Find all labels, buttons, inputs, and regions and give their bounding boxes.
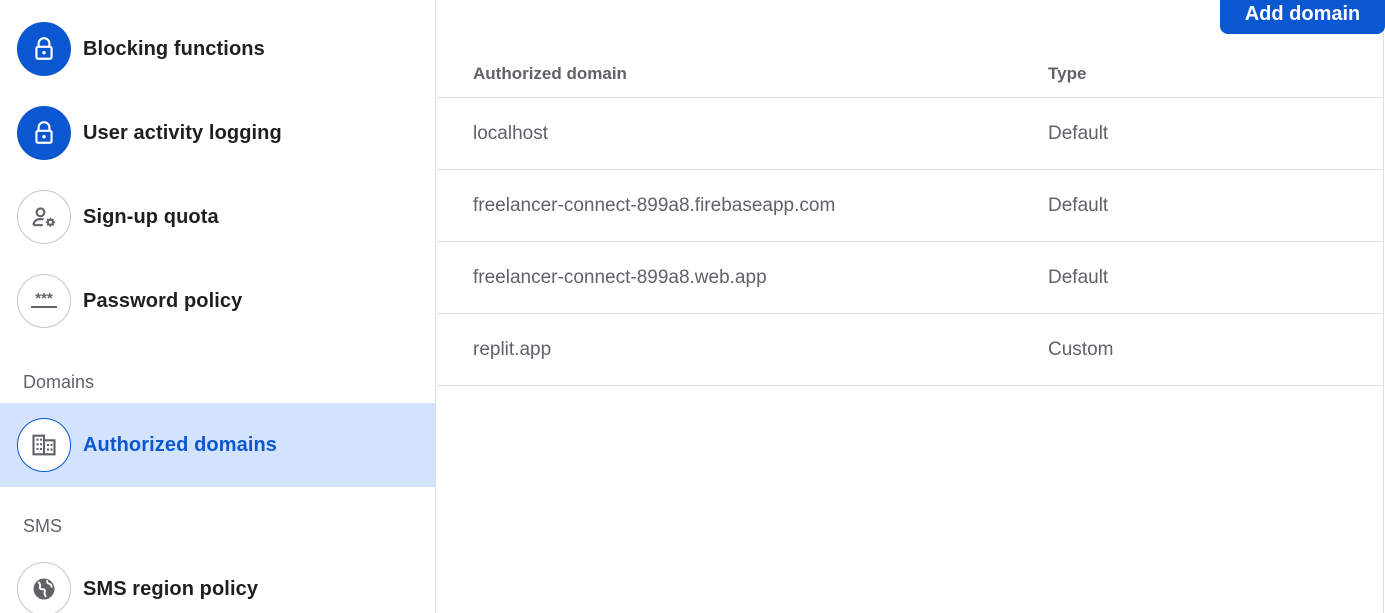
sidebar-item-sms-region-policy[interactable]: SMS region policy bbox=[0, 547, 436, 613]
manage-accounts-icon bbox=[17, 190, 71, 244]
column-header-authorized-domain[interactable]: Authorized domain bbox=[473, 64, 627, 84]
sidebar-item-label: Sign-up quota bbox=[83, 205, 219, 228]
sidebar-item-user-activity-logging[interactable]: User activity logging bbox=[0, 91, 436, 175]
sidebar-item-blocking-functions[interactable]: Blocking functions bbox=[0, 7, 436, 91]
type-cell: Default bbox=[1048, 123, 1109, 144]
authorized-domains-table: Authorized domain Type localhost Default… bbox=[437, 0, 1384, 613]
sidebar-item-authorized-domains[interactable]: Authorized domains bbox=[0, 403, 436, 487]
type-cell: Custom bbox=[1048, 339, 1114, 360]
section-heading-domains: Domains bbox=[23, 372, 95, 392]
lock-icon bbox=[17, 106, 71, 160]
domain-cell: replit.app bbox=[473, 339, 552, 360]
sidebar-item-sign-up-quota[interactable]: Sign-up quota bbox=[0, 175, 436, 259]
globe-icon bbox=[17, 562, 71, 613]
domain-cell: freelancer-connect-899a8.web.app bbox=[473, 267, 767, 288]
type-cell: Default bbox=[1048, 195, 1109, 216]
sidebar-item-label: Authorized domains bbox=[83, 433, 278, 456]
domain-cell: freelancer-connect-899a8.firebaseapp.com bbox=[473, 195, 836, 216]
svg-text:***: *** bbox=[35, 290, 53, 307]
domain-cell: localhost bbox=[473, 123, 548, 144]
sidebar-item-label: SMS region policy bbox=[83, 577, 259, 600]
table-row[interactable]: replit.app Custom bbox=[437, 314, 1384, 386]
sidebar-item-label: Blocking functions bbox=[83, 37, 265, 60]
add-domain-button[interactable]: Add domain bbox=[1220, 0, 1385, 34]
table-row[interactable]: localhost Default bbox=[437, 98, 1384, 170]
main-content: Authorized domain Type localhost Default… bbox=[437, 0, 1385, 613]
table-row[interactable]: freelancer-connect-899a8.firebaseapp.com… bbox=[437, 170, 1384, 242]
table-header-row: Authorized domain Type bbox=[437, 50, 1384, 98]
table-row[interactable]: freelancer-connect-899a8.web.app Default bbox=[437, 242, 1384, 314]
sidebar-item-label: Password policy bbox=[83, 289, 243, 312]
sidebar-item-label: User activity logging bbox=[83, 121, 282, 144]
password-icon: *** bbox=[17, 274, 71, 328]
type-cell: Default bbox=[1048, 267, 1109, 288]
lock-icon bbox=[17, 22, 71, 76]
sidebar: Blocking functions User activity logging… bbox=[0, 0, 436, 613]
section-heading-sms: SMS bbox=[23, 516, 63, 536]
sidebar-item-password-policy[interactable]: *** Password policy bbox=[0, 259, 436, 343]
column-header-type[interactable]: Type bbox=[1048, 64, 1086, 84]
domain-icon bbox=[17, 418, 71, 472]
